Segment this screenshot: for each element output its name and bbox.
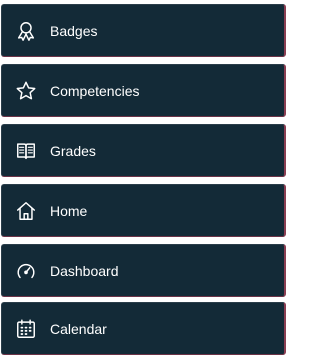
dashboard-icon — [15, 260, 37, 282]
menu-item-dashboard[interactable]: Dashboard — [1, 244, 286, 297]
calendar-icon — [15, 318, 37, 340]
menu-item-grades[interactable]: Grades — [1, 124, 286, 177]
menu-item-label: Home — [50, 202, 88, 219]
menu-item-label: Competencies — [50, 82, 140, 99]
menu-item-label: Calendar — [50, 320, 107, 337]
badge-icon — [15, 20, 37, 42]
menu-item-badges[interactable]: Badges — [1, 4, 286, 57]
menu-item-label: Badges — [50, 22, 98, 39]
menu-item-label: Grades — [50, 142, 96, 159]
home-icon — [15, 200, 37, 222]
menu-item-competencies[interactable]: Competencies — [1, 64, 286, 117]
navigation-menu: Badges Competencies Grades Home Dashboar… — [0, 0, 293, 360]
star-icon — [15, 80, 37, 102]
book-icon — [15, 140, 37, 162]
menu-item-home[interactable]: Home — [1, 184, 286, 237]
menu-item-label: Dashboard — [50, 262, 119, 279]
menu-item-calendar[interactable]: Calendar — [1, 302, 286, 355]
